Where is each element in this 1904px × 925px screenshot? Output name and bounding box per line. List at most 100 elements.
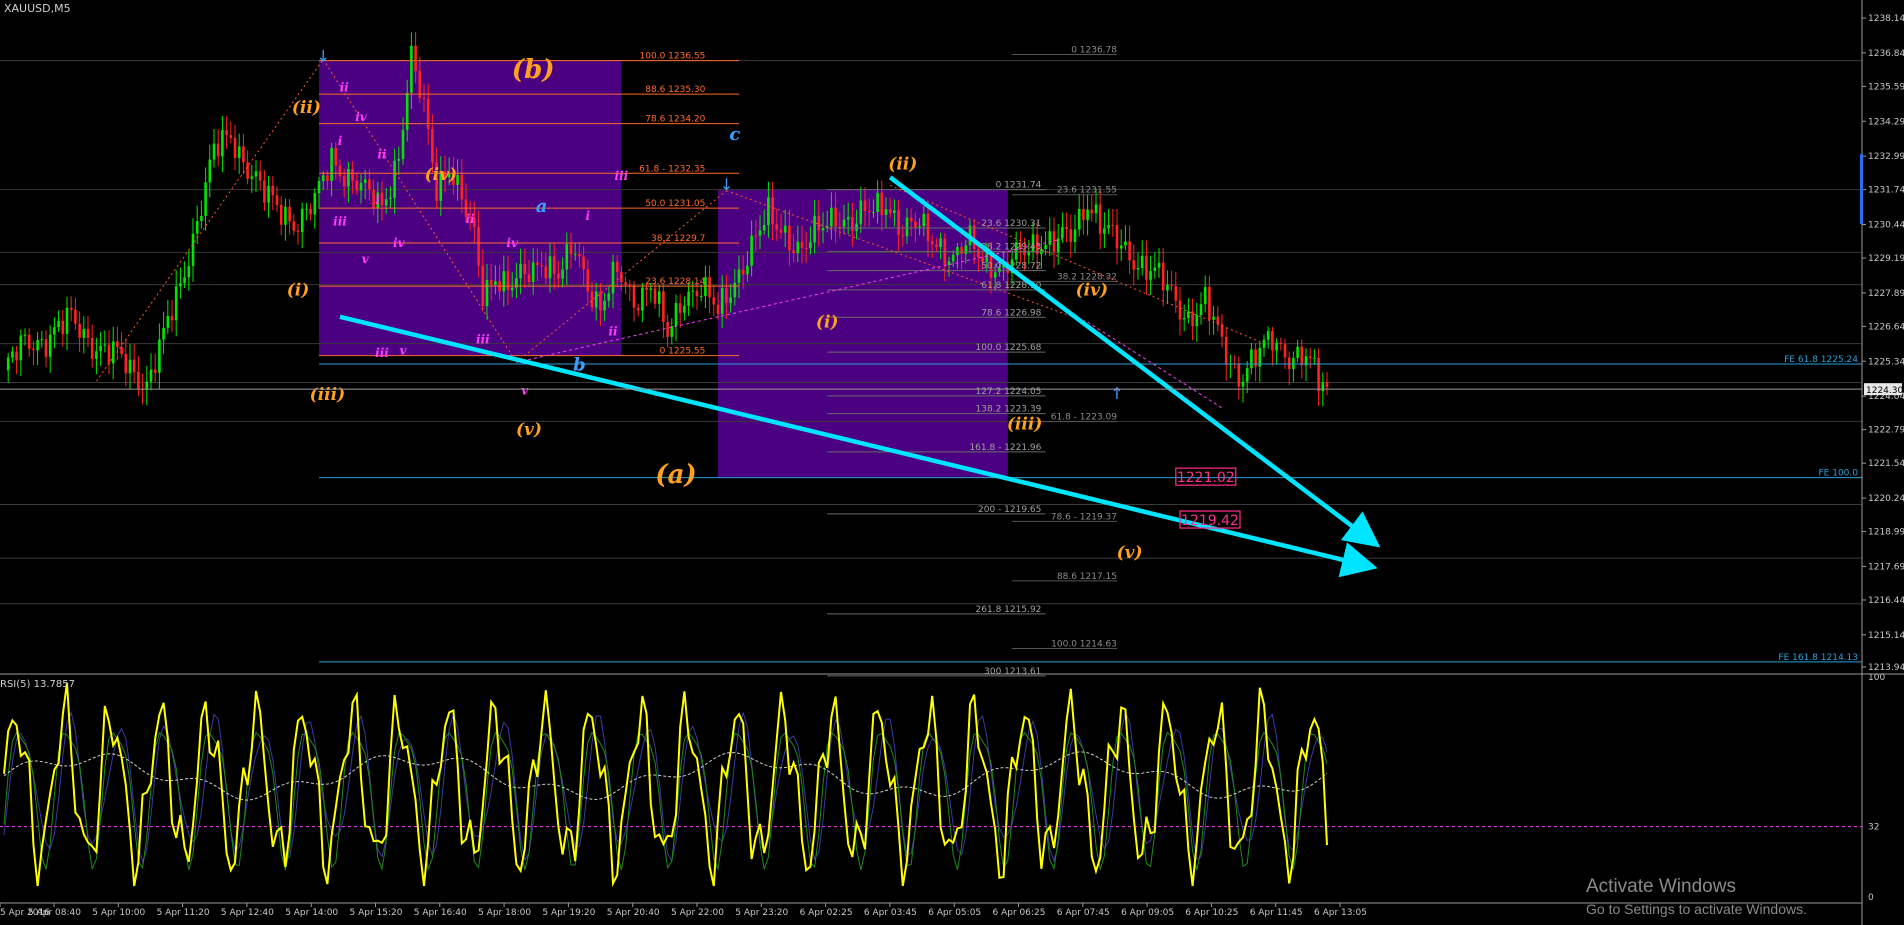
candle-body — [1157, 262, 1161, 268]
candle-body — [527, 274, 531, 282]
wave-label: iii — [476, 333, 490, 347]
target-label: 1221.02 — [1177, 470, 1235, 486]
price-chart[interactable]: 100.0 1236.55 88.6 1235.30 78.6 1234.20 61.… — [0, 0, 1904, 925]
candle-body — [107, 344, 111, 364]
candle-body — [788, 225, 791, 251]
candle-body — [372, 189, 375, 209]
candle-body — [132, 359, 136, 372]
wave-label: i — [586, 209, 591, 223]
wave-label: (i) — [816, 312, 839, 332]
candle-body — [573, 254, 577, 256]
candle-body — [116, 341, 119, 348]
time-tick-label: 6 Apr 06:25 — [993, 908, 1046, 918]
candle-body — [1308, 356, 1312, 358]
price-tick-label: 1213.94 — [1868, 663, 1904, 673]
candle-body — [153, 369, 157, 373]
wave-label: iv — [355, 110, 368, 124]
price-tick-label: 1222.79 — [1868, 426, 1904, 436]
candle-body — [830, 207, 833, 227]
wave-label: iii — [375, 346, 389, 360]
target-label: 1219.42 — [1181, 513, 1239, 529]
candle-body — [1044, 244, 1047, 249]
candle-body — [1187, 311, 1190, 318]
fib-mid-label: 100.0 1225.68 — [976, 343, 1042, 353]
candle-body — [821, 228, 825, 231]
candle-body — [914, 221, 917, 228]
time-tick-label: 5 Apr 23:20 — [735, 908, 788, 918]
candle-body — [183, 277, 186, 284]
fib-right-label: 23.6 1231.55 — [1057, 186, 1117, 196]
candle-body — [884, 209, 888, 215]
candle-body — [657, 291, 661, 304]
candle-body — [334, 147, 338, 166]
candle-body — [1237, 364, 1241, 387]
candle-body — [275, 195, 279, 205]
wave-label: (iii) — [1007, 414, 1042, 434]
fib-left-label: 50.0 1231.05 — [645, 199, 705, 209]
candle-body — [338, 165, 342, 176]
candle-body — [1170, 284, 1173, 287]
candle-body — [1090, 209, 1094, 214]
candle-body — [317, 181, 321, 194]
candle-body — [1098, 204, 1102, 234]
candle-body — [128, 359, 132, 374]
candle-body — [1287, 357, 1291, 370]
axis-scroll-marker — [1860, 154, 1863, 224]
candle-body — [263, 180, 266, 203]
price-tick-label: 1216.44 — [1868, 596, 1904, 606]
time-tick-label: 6 Apr 02:25 — [800, 908, 853, 918]
candle-body — [1086, 209, 1089, 221]
time-tick-label: 6 Apr 07:45 — [1057, 908, 1110, 918]
time-tick-label: 6 Apr 13:05 — [1314, 908, 1367, 918]
price-tick-label: 1230.44 — [1868, 221, 1904, 231]
wave-label: (b) — [512, 55, 555, 85]
wave-label: iv — [506, 236, 519, 250]
fib-right-label: 0 1236.78 — [1071, 45, 1117, 55]
candle-body — [288, 206, 291, 222]
candle-body — [78, 323, 81, 338]
price-tick-label: 1221.54 — [1868, 459, 1904, 469]
candle-body — [691, 290, 695, 292]
candle-body — [1321, 382, 1325, 392]
candle-body — [645, 287, 648, 290]
candle-body — [11, 351, 14, 358]
candle-body — [901, 235, 905, 237]
candle-body — [540, 265, 543, 267]
candle-body — [1065, 227, 1068, 230]
candle-body — [779, 229, 783, 233]
candle-body — [1132, 260, 1136, 270]
candle-body — [19, 335, 23, 361]
wave-label: (ii) — [292, 98, 321, 118]
candle-body — [422, 97, 426, 99]
candle-body — [15, 351, 18, 361]
fe-level-label: FE 161.8 1214.13 — [1778, 653, 1858, 663]
candle-body — [733, 282, 737, 298]
candle-body — [1153, 267, 1157, 272]
swing-low-arrow: ↑ — [1110, 384, 1123, 403]
candle-body — [804, 247, 808, 249]
candle-body — [250, 176, 254, 179]
candle-body — [149, 369, 153, 382]
candle-body — [930, 241, 934, 245]
candle-body — [195, 221, 199, 234]
price-tick-label: 1227.89 — [1868, 289, 1904, 299]
fib-right-label: 61.8 - 1223.09 — [1051, 413, 1117, 423]
wave-label: (iii) — [310, 385, 345, 405]
candle-body — [813, 215, 816, 243]
candle-body — [292, 221, 296, 231]
candle-body — [208, 159, 212, 183]
candle-body — [1203, 286, 1207, 305]
candle-body — [523, 263, 527, 275]
candle-body — [351, 168, 354, 181]
candle-body — [893, 210, 896, 213]
price-tick-label: 1238.14 — [1868, 14, 1904, 24]
candle-body — [1208, 286, 1211, 320]
candle-body — [1107, 225, 1110, 229]
candle-body — [200, 215, 203, 222]
candle-body — [237, 146, 241, 158]
candle-body — [246, 162, 249, 179]
candle-body — [796, 241, 800, 254]
price-tick-label: 1225.34 — [1868, 357, 1904, 367]
candle-body — [737, 269, 741, 283]
candle-body — [170, 315, 174, 321]
